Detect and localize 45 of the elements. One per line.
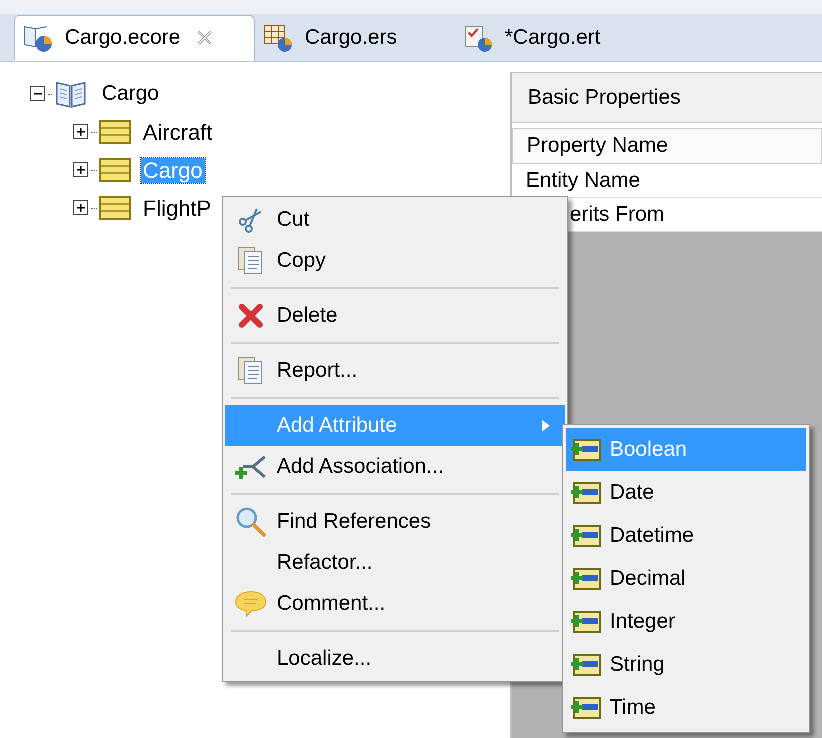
menu-item[interactable]: Copy [225, 240, 565, 281]
menu-item[interactable]: Date [566, 471, 806, 514]
menu-item[interactable]: Time [566, 686, 806, 729]
column-header: Property Name [512, 128, 822, 164]
menu-item[interactable]: Refactor... [225, 542, 565, 583]
menu-item[interactable]: Delete [225, 295, 565, 336]
copy-icon [237, 246, 265, 276]
editor-tab[interactable]: Cargo.ers [255, 15, 455, 61]
comment-icon [235, 590, 267, 618]
entity-icon [99, 196, 131, 220]
entity-icon [99, 158, 131, 182]
report-icon [237, 356, 265, 386]
menu-item[interactable]: Localize... [225, 638, 565, 679]
editor-tab[interactable]: *Cargo.ert [455, 15, 655, 61]
menu-item[interactable]: Integer [566, 600, 806, 643]
menu-item[interactable]: Report... [225, 350, 565, 391]
menu-item[interactable]: Decimal [566, 557, 806, 600]
submenu-arrow-icon [541, 418, 551, 432]
expand-icon[interactable] [73, 162, 89, 178]
close-icon[interactable] [196, 30, 213, 46]
menu-item[interactable]: Comment... [225, 583, 565, 624]
expand-icon[interactable] [73, 124, 89, 140]
search-icon [235, 506, 267, 538]
tree-item[interactable]: Aircraft [141, 120, 215, 144]
table-icon [263, 23, 295, 53]
expand-icon[interactable] [73, 200, 89, 216]
menu-item[interactable]: Add Association... [225, 446, 565, 487]
attribute-icon [570, 436, 602, 462]
book-icon [54, 79, 88, 109]
attribute-icon [570, 566, 602, 592]
attribute-icon [570, 608, 602, 634]
attribute-icon [570, 652, 602, 678]
attribute-icon [570, 522, 602, 548]
attribute-icon [570, 480, 602, 506]
tree-item[interactable]: Cargo [100, 82, 162, 106]
section-title: Basic Properties [528, 84, 681, 111]
menu-item[interactable]: Find References [225, 501, 565, 542]
menu-item[interactable]: String [566, 643, 806, 686]
attribute-icon [570, 694, 602, 720]
delete-icon [237, 302, 265, 330]
tree-item[interactable]: FlightP [141, 196, 214, 220]
editor-tab[interactable]: Cargo.ecore [14, 15, 255, 61]
collapse-icon[interactable] [30, 86, 46, 102]
entity-icon [99, 120, 131, 144]
menu-item[interactable]: Datetime [566, 514, 806, 557]
